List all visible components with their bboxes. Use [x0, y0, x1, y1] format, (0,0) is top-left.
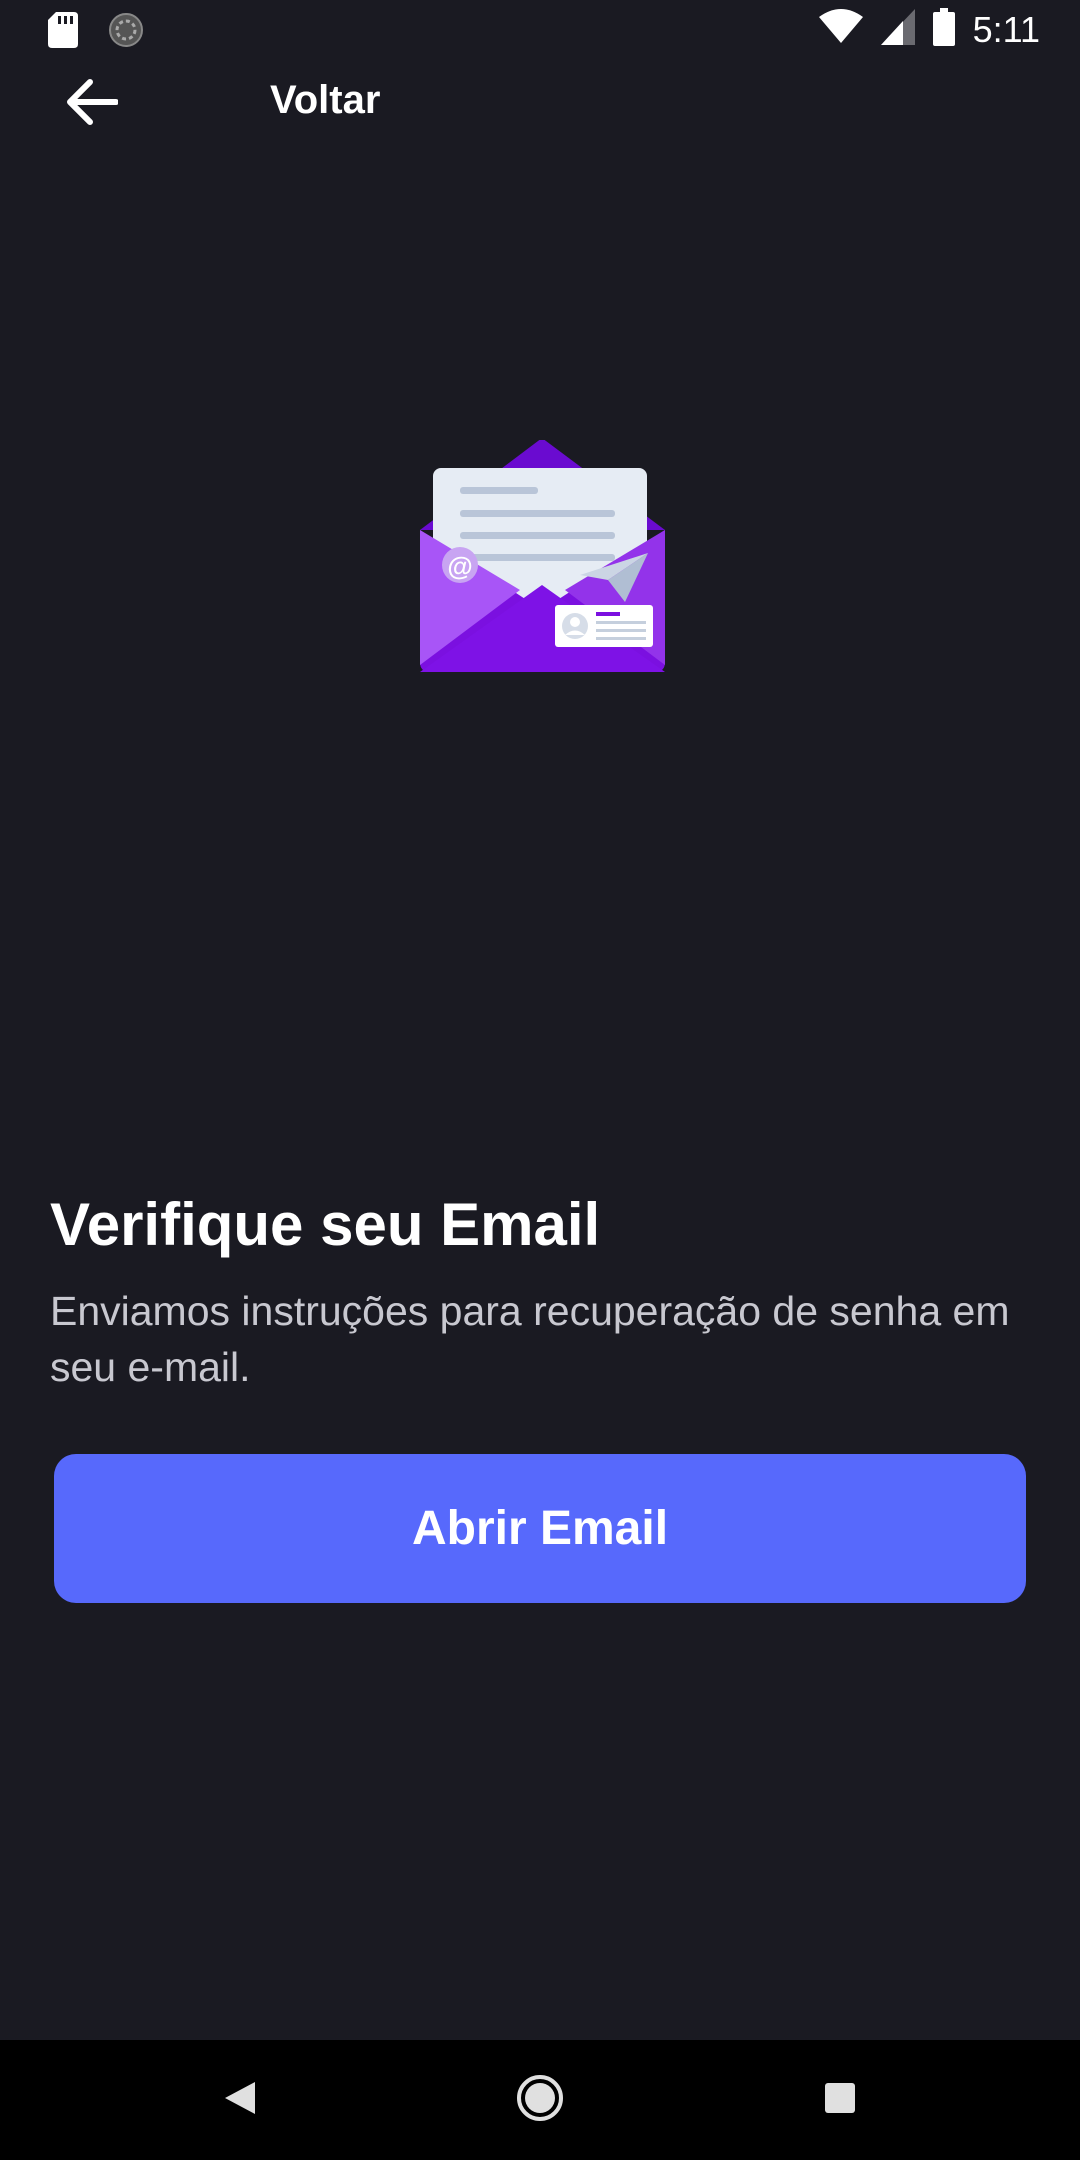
status-time: 5:11 [972, 8, 1040, 50]
nav-home-button[interactable] [510, 2070, 570, 2130]
status-right: 5:11 [818, 8, 1040, 51]
nav-recents-icon [824, 2082, 856, 2119]
nav-home-icon [515, 2073, 565, 2128]
navigation-bar [0, 2040, 1080, 2160]
page-title: Voltar [270, 78, 381, 122]
description: Enviamos instruções para recuperação de … [50, 1288, 1010, 1390]
nav-back-icon [223, 2080, 257, 2121]
envelope-icon: @ [420, 438, 665, 672]
sync-icon [108, 12, 144, 53]
nav-recents-button[interactable] [810, 2070, 870, 2130]
at-symbol: @ [447, 551, 472, 581]
cell-signal-icon [880, 9, 915, 50]
sd-card-icon [48, 12, 78, 53]
top-app-bar: Voltar [0, 60, 1080, 140]
arrow-left-icon [66, 78, 119, 131]
back-button[interactable] [60, 72, 124, 136]
envelope-illustration: @ [420, 438, 665, 680]
status-left [48, 12, 144, 53]
battery-icon [932, 8, 955, 51]
heading: Verifique seu Email [50, 1191, 601, 1258]
open-email-button[interactable]: Abrir Email [54, 1454, 1026, 1603]
status-bar: 5:11 [0, 0, 1080, 60]
wifi-icon [818, 9, 863, 50]
nav-back-button[interactable] [210, 2070, 270, 2130]
